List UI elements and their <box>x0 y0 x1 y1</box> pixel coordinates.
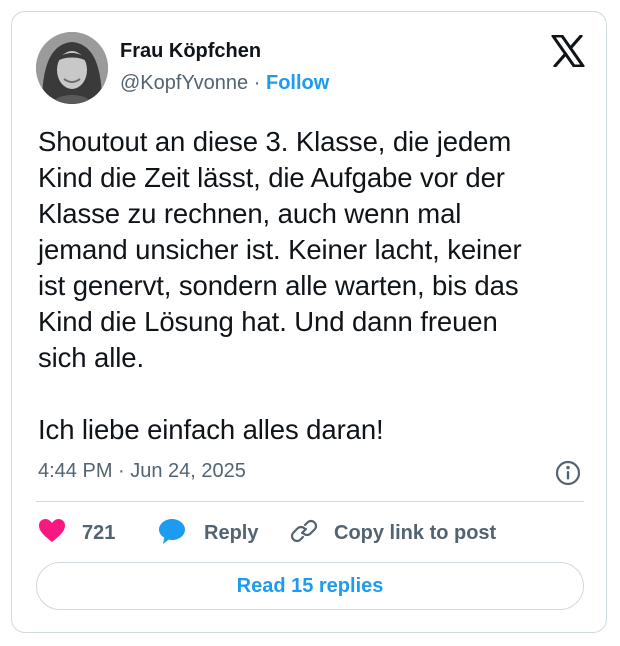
info-icon[interactable] <box>554 459 582 487</box>
copy-link-button[interactable]: Copy link to post <box>290 518 496 548</box>
separator-dot: · <box>253 72 261 94</box>
copy-link-label: Copy link to post <box>334 521 497 544</box>
like-button[interactable]: 721 <box>38 518 115 548</box>
reply-button[interactable]: Reply <box>158 518 258 548</box>
reply-label: Reply <box>204 521 259 544</box>
x-logo-icon[interactable] <box>551 34 585 68</box>
follow-button[interactable]: Follow <box>266 72 329 94</box>
handle-row: @KopfYvonne · Follow <box>120 72 329 95</box>
avatar[interactable] <box>36 32 108 104</box>
author-name[interactable]: Frau Köpfchen <box>120 40 261 63</box>
read-replies-button[interactable]: Read 15 replies <box>36 562 584 610</box>
tweet-timestamp[interactable]: 4:44 PM · Jun 24, 2025 <box>38 460 246 483</box>
divider <box>36 501 584 502</box>
heart-icon <box>38 518 66 549</box>
like-count: 721 <box>82 521 116 544</box>
tweet-text: Shoutout an diese 3. Klasse, die jedem K… <box>38 126 522 445</box>
speech-bubble-icon <box>158 517 186 550</box>
link-icon <box>290 517 318 550</box>
tweet-card: Frau Köpfchen @KopfYvonne · Follow Shout… <box>11 11 607 633</box>
avatar-photo <box>36 32 108 104</box>
author-handle[interactable]: @KopfYvonne <box>120 72 248 94</box>
